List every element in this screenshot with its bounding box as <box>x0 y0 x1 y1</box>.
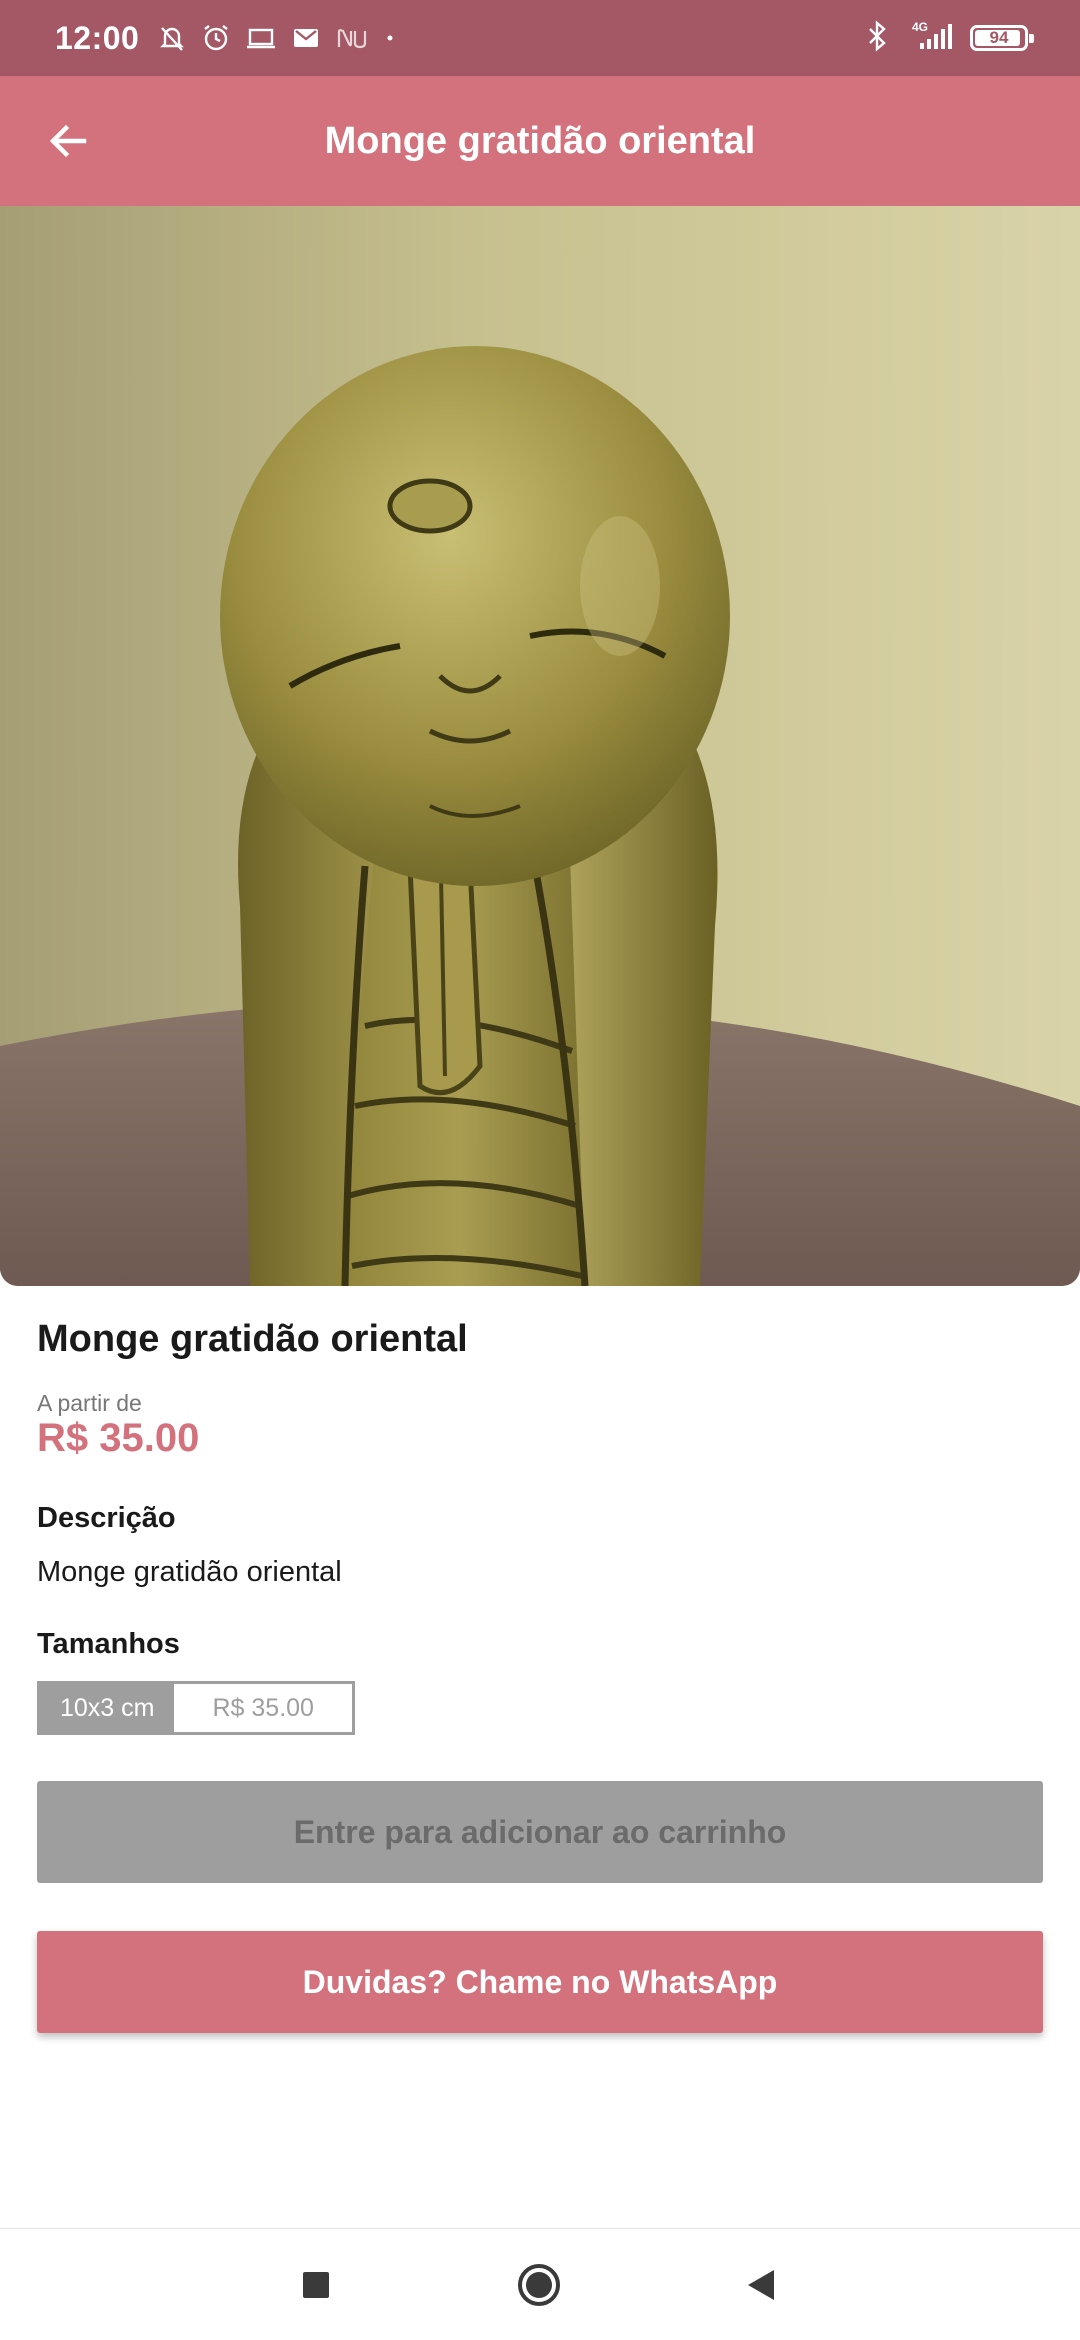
network-type-label: 4G <box>912 20 928 34</box>
status-notification-icons <box>157 23 397 53</box>
bluetooth-icon <box>864 19 890 58</box>
status-system-icons: 4G 94 <box>864 19 1034 58</box>
back-button[interactable] <box>36 109 100 173</box>
size-option[interactable]: 10x3 cm R$ 35.00 <box>37 1681 355 1735</box>
battery-icon: 94 <box>970 25 1034 51</box>
size-price: R$ 35.00 <box>174 1684 352 1732</box>
system-nav-bar <box>0 2228 1080 2340</box>
square-icon <box>303 2272 329 2298</box>
bell-off-icon <box>157 23 187 53</box>
sizes-heading: Tamanhos <box>37 1628 180 1660</box>
product-image-carousel[interactable] <box>0 206 1080 1286</box>
dot-icon <box>383 23 397 53</box>
nubank-icon <box>335 23 369 53</box>
gmail-icon <box>291 23 321 53</box>
description-heading: Descrição <box>37 1502 176 1534</box>
size-label: 10x3 cm <box>40 1684 175 1732</box>
home-button[interactable] <box>505 2251 573 2319</box>
product-name: Monge gratidão oriental <box>37 1318 468 1360</box>
arrow-left-icon <box>49 124 87 158</box>
status-time: 12:00 <box>55 19 140 56</box>
product-price: R$ 35.00 <box>37 1416 200 1460</box>
recents-button[interactable] <box>282 2251 350 2319</box>
page-title: Monge gratidão oriental <box>324 119 756 162</box>
price-prefix: A partir de <box>37 1390 142 1416</box>
triangle-back-icon <box>748 2270 774 2300</box>
circle-icon <box>518 2264 560 2306</box>
app-bar: Monge gratidão oriental <box>0 76 1080 206</box>
back-nav-button[interactable] <box>728 2251 796 2319</box>
product-photo <box>0 206 1080 1286</box>
whatsapp-button[interactable]: Duvidas? Chame no WhatsApp <box>37 1931 1043 2033</box>
battery-level: 94 <box>989 28 1009 47</box>
description-text: Monge gratidão oriental <box>37 1556 342 1588</box>
alarm-icon <box>201 23 231 53</box>
status-bar: 12:00 4G 94 <box>0 0 1080 76</box>
laptop-icon <box>245 23 277 53</box>
signal-4g-icon: 4G <box>904 19 956 58</box>
add-to-cart-button[interactable]: Entre para adicionar ao carrinho <box>37 1781 1043 1883</box>
